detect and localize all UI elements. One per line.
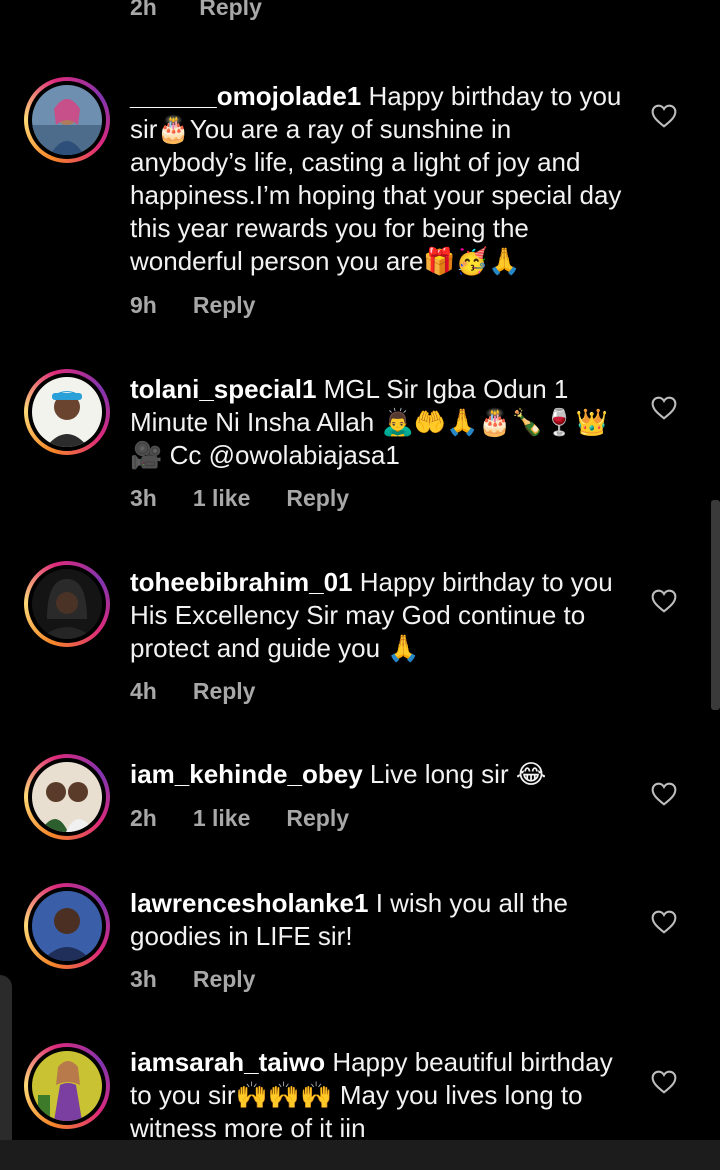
avatar-story-ring[interactable] <box>24 369 110 455</box>
comment-meta: 3h 1 like Reply <box>130 485 385 512</box>
comment-meta: 4h Reply <box>130 678 291 705</box>
scrollbar-thumb[interactable] <box>711 500 720 710</box>
avatar-story-ring[interactable] <box>24 883 110 969</box>
comment-time: 3h <box>130 966 157 992</box>
comment-text: toheebibrahim_01 Happy birthday to you H… <box>130 566 630 665</box>
avatar[interactable] <box>32 762 102 832</box>
comment-time: 2h <box>130 805 157 831</box>
comment-meta: 9h Reply <box>130 292 291 319</box>
comment-text: iamsarah_taiwo Happy beautiful birthday … <box>130 1046 630 1145</box>
comment-username[interactable]: ______omojolade1 <box>130 81 361 111</box>
comment-top-fragment: 2h Reply <box>130 0 298 21</box>
bottom-bar <box>0 1140 720 1170</box>
avatar-story-ring[interactable] <box>24 1043 110 1129</box>
likes-count[interactable]: 1 like <box>193 485 251 511</box>
likes-count[interactable]: 1 like <box>193 805 251 831</box>
comment-time: 2h <box>130 0 157 20</box>
comment-username[interactable]: lawrencesholanke1 <box>130 888 368 918</box>
heart-outline-icon[interactable] <box>651 1070 677 1094</box>
reply-button[interactable]: Reply <box>193 966 256 992</box>
comment-meta: 2h 1 like Reply <box>130 805 385 832</box>
comment-username[interactable]: iamsarah_taiwo <box>130 1047 325 1077</box>
comment-text: iam_kehinde_obey Live long sir 😂 <box>130 758 630 791</box>
reply-button[interactable]: Reply <box>286 485 349 511</box>
comment-text: ______omojolade1 Happy birthday to you s… <box>130 80 630 278</box>
comment-text: lawrencesholanke1 I wish you all the goo… <box>130 887 630 953</box>
heart-outline-icon[interactable] <box>651 910 677 934</box>
avatar-story-ring[interactable] <box>24 754 110 840</box>
comment-time: 3h <box>130 485 157 511</box>
comment-username[interactable]: iam_kehinde_obey <box>130 759 363 789</box>
avatar[interactable] <box>32 377 102 447</box>
comment-meta: 3h Reply <box>130 966 291 993</box>
heart-outline-icon[interactable] <box>651 396 677 420</box>
heart-outline-icon[interactable] <box>651 782 677 806</box>
comment-time: 4h <box>130 678 157 704</box>
comment-text: tolani_special1 MGL Sir Igba Odun 1 Minu… <box>130 373 630 472</box>
avatar[interactable] <box>32 85 102 155</box>
avatar[interactable] <box>32 891 102 961</box>
reply-button[interactable]: Reply <box>286 805 349 831</box>
comment-username[interactable]: toheebibrahim_01 <box>130 567 353 597</box>
avatar[interactable] <box>32 569 102 639</box>
heart-outline-icon[interactable] <box>651 104 677 128</box>
heart-outline-icon[interactable] <box>651 589 677 613</box>
comment-username[interactable]: tolani_special1 <box>130 374 316 404</box>
reply-button[interactable]: Reply <box>193 292 256 318</box>
reply-button[interactable]: Reply <box>193 678 256 704</box>
comment-time: 9h <box>130 292 157 318</box>
reply-button[interactable]: Reply <box>199 0 262 20</box>
avatar-story-ring[interactable] <box>24 77 110 163</box>
avatar[interactable] <box>32 1051 102 1121</box>
avatar-story-ring[interactable] <box>24 561 110 647</box>
comment-content: Live long sir 😂 <box>362 759 547 789</box>
